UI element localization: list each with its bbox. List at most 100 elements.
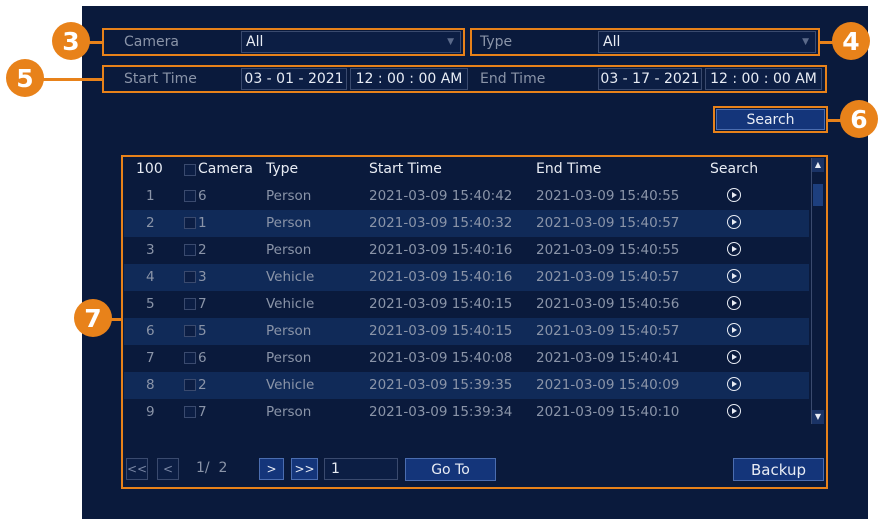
camera-select[interactable]: All ▼ [241,31,461,53]
count-header: 100 [136,161,163,177]
row-end-time: 2021-03-09 15:40:55 [536,242,680,258]
row-type: Person [266,188,312,204]
table-row[interactable]: 3 2 Person 2021-03-09 15:40:16 2021-03-0… [124,237,809,264]
play-icon[interactable] [727,242,741,256]
row-type: Person [266,404,312,420]
row-end-time: 2021-03-09 15:40:55 [536,188,680,204]
callout-badge-7: 7 [74,299,112,337]
row-end-time: 2021-03-09 15:40:57 [536,269,680,285]
row-number: 9 [146,404,155,420]
row-checkbox[interactable] [184,352,196,364]
table-scrollbar[interactable]: ▲ ▼ [811,158,824,424]
row-checkbox[interactable] [184,325,196,337]
row-start-time: 2021-03-09 15:40:15 [369,296,513,312]
go-to-button[interactable]: Go To [405,458,496,481]
play-icon[interactable] [727,323,741,337]
row-camera: 5 [198,323,207,339]
row-start-time: 2021-03-09 15:40:32 [369,215,513,231]
row-end-time: 2021-03-09 15:40:57 [536,323,680,339]
table-row[interactable]: 6 5 Person 2021-03-09 15:40:15 2021-03-0… [124,318,809,345]
row-type: Vehicle [266,377,315,393]
row-camera: 3 [198,269,207,285]
start-date-field[interactable]: 03 - 01 - 2021 [241,68,347,90]
backup-button[interactable]: Backup [733,458,824,481]
row-checkbox[interactable] [184,190,196,202]
row-number: 2 [146,215,155,231]
type-header: Type [266,161,299,177]
table-row[interactable]: 8 2 Vehicle 2021-03-09 15:39:35 2021-03-… [124,372,809,399]
row-checkbox[interactable] [184,217,196,229]
camera-label: Camera [124,34,179,50]
row-number: 6 [146,323,155,339]
row-checkbox[interactable] [184,298,196,310]
table-row[interactable]: 2 1 Person 2021-03-09 15:40:32 2021-03-0… [124,210,809,237]
play-icon[interactable] [727,269,741,283]
end-time-header: End Time [536,161,602,177]
row-camera: 1 [198,215,207,231]
row-end-time: 2021-03-09 15:40:10 [536,404,680,420]
row-checkbox[interactable] [184,271,196,283]
page-number-input[interactable]: 1 [324,458,398,480]
row-start-time: 2021-03-09 15:40:16 [369,242,513,258]
row-camera: 7 [198,296,207,312]
scroll-down-icon[interactable]: ▼ [812,410,824,424]
row-type: Vehicle [266,296,315,312]
row-camera: 2 [198,242,207,258]
play-icon[interactable] [727,296,741,310]
table-row[interactable]: 9 7 Person 2021-03-09 15:39:34 2021-03-0… [124,399,809,426]
callout-badge-3: 3 [52,22,90,60]
row-number: 8 [146,377,155,393]
first-page-button[interactable]: << [126,458,148,480]
camera-header: Camera [198,161,253,177]
callout-badge-5: 5 [6,59,44,97]
callout-badge-4: 4 [832,22,870,60]
callout-badge-6: 6 [840,100,878,138]
start-time-label: Start Time [124,71,197,87]
play-icon[interactable] [727,188,741,202]
play-icon[interactable] [727,215,741,229]
play-icon[interactable] [727,350,741,364]
row-camera: 6 [198,350,207,366]
table-header: 100 Camera Type Start Time End Time Sear… [124,157,809,183]
start-time-field[interactable]: 12 : 00 : 00 AM [350,68,468,90]
row-camera: 2 [198,377,207,393]
end-time-field[interactable]: 12 : 00 : 00 AM [705,68,822,90]
table-row[interactable]: 7 6 Person 2021-03-09 15:40:08 2021-03-0… [124,345,809,372]
row-type: Person [266,323,312,339]
row-type: Vehicle [266,269,315,285]
search-button[interactable]: Search [716,109,825,130]
start-time-header: Start Time [369,161,442,177]
play-icon[interactable] [727,404,741,418]
page-indicator: 1/ 2 [196,460,228,476]
next-page-button[interactable]: > [259,458,284,480]
row-number: 3 [146,242,155,258]
last-page-button[interactable]: >> [291,458,318,480]
row-checkbox[interactable] [184,406,196,418]
row-checkbox[interactable] [184,379,196,391]
scroll-thumb[interactable] [813,184,823,206]
row-start-time: 2021-03-09 15:40:08 [369,350,513,366]
select-all-checkbox[interactable] [184,164,196,176]
row-start-time: 2021-03-09 15:40:42 [369,188,513,204]
row-end-time: 2021-03-09 15:40:57 [536,215,680,231]
chevron-down-icon: ▼ [802,37,809,47]
row-end-time: 2021-03-09 15:40:56 [536,296,680,312]
type-select[interactable]: All ▼ [598,31,816,53]
row-number: 5 [146,296,155,312]
end-time-label: End Time [480,71,546,87]
play-icon[interactable] [727,377,741,391]
previous-page-button[interactable]: < [157,458,179,480]
end-date-field[interactable]: 03 - 17 - 2021 [598,68,702,90]
row-checkbox[interactable] [184,244,196,256]
table-row[interactable]: 1 6 Person 2021-03-09 15:40:42 2021-03-0… [124,183,809,210]
row-type: Person [266,350,312,366]
callout-5-line [36,78,103,81]
row-end-time: 2021-03-09 15:40:09 [536,377,680,393]
row-end-time: 2021-03-09 15:40:41 [536,350,680,366]
row-start-time: 2021-03-09 15:40:16 [369,269,513,285]
scroll-up-icon[interactable]: ▲ [812,158,824,172]
type-label: Type [480,34,513,50]
row-type: Person [266,242,312,258]
table-row[interactable]: 4 3 Vehicle 2021-03-09 15:40:16 2021-03-… [124,264,809,291]
table-row[interactable]: 5 7 Vehicle 2021-03-09 15:40:15 2021-03-… [124,291,809,318]
